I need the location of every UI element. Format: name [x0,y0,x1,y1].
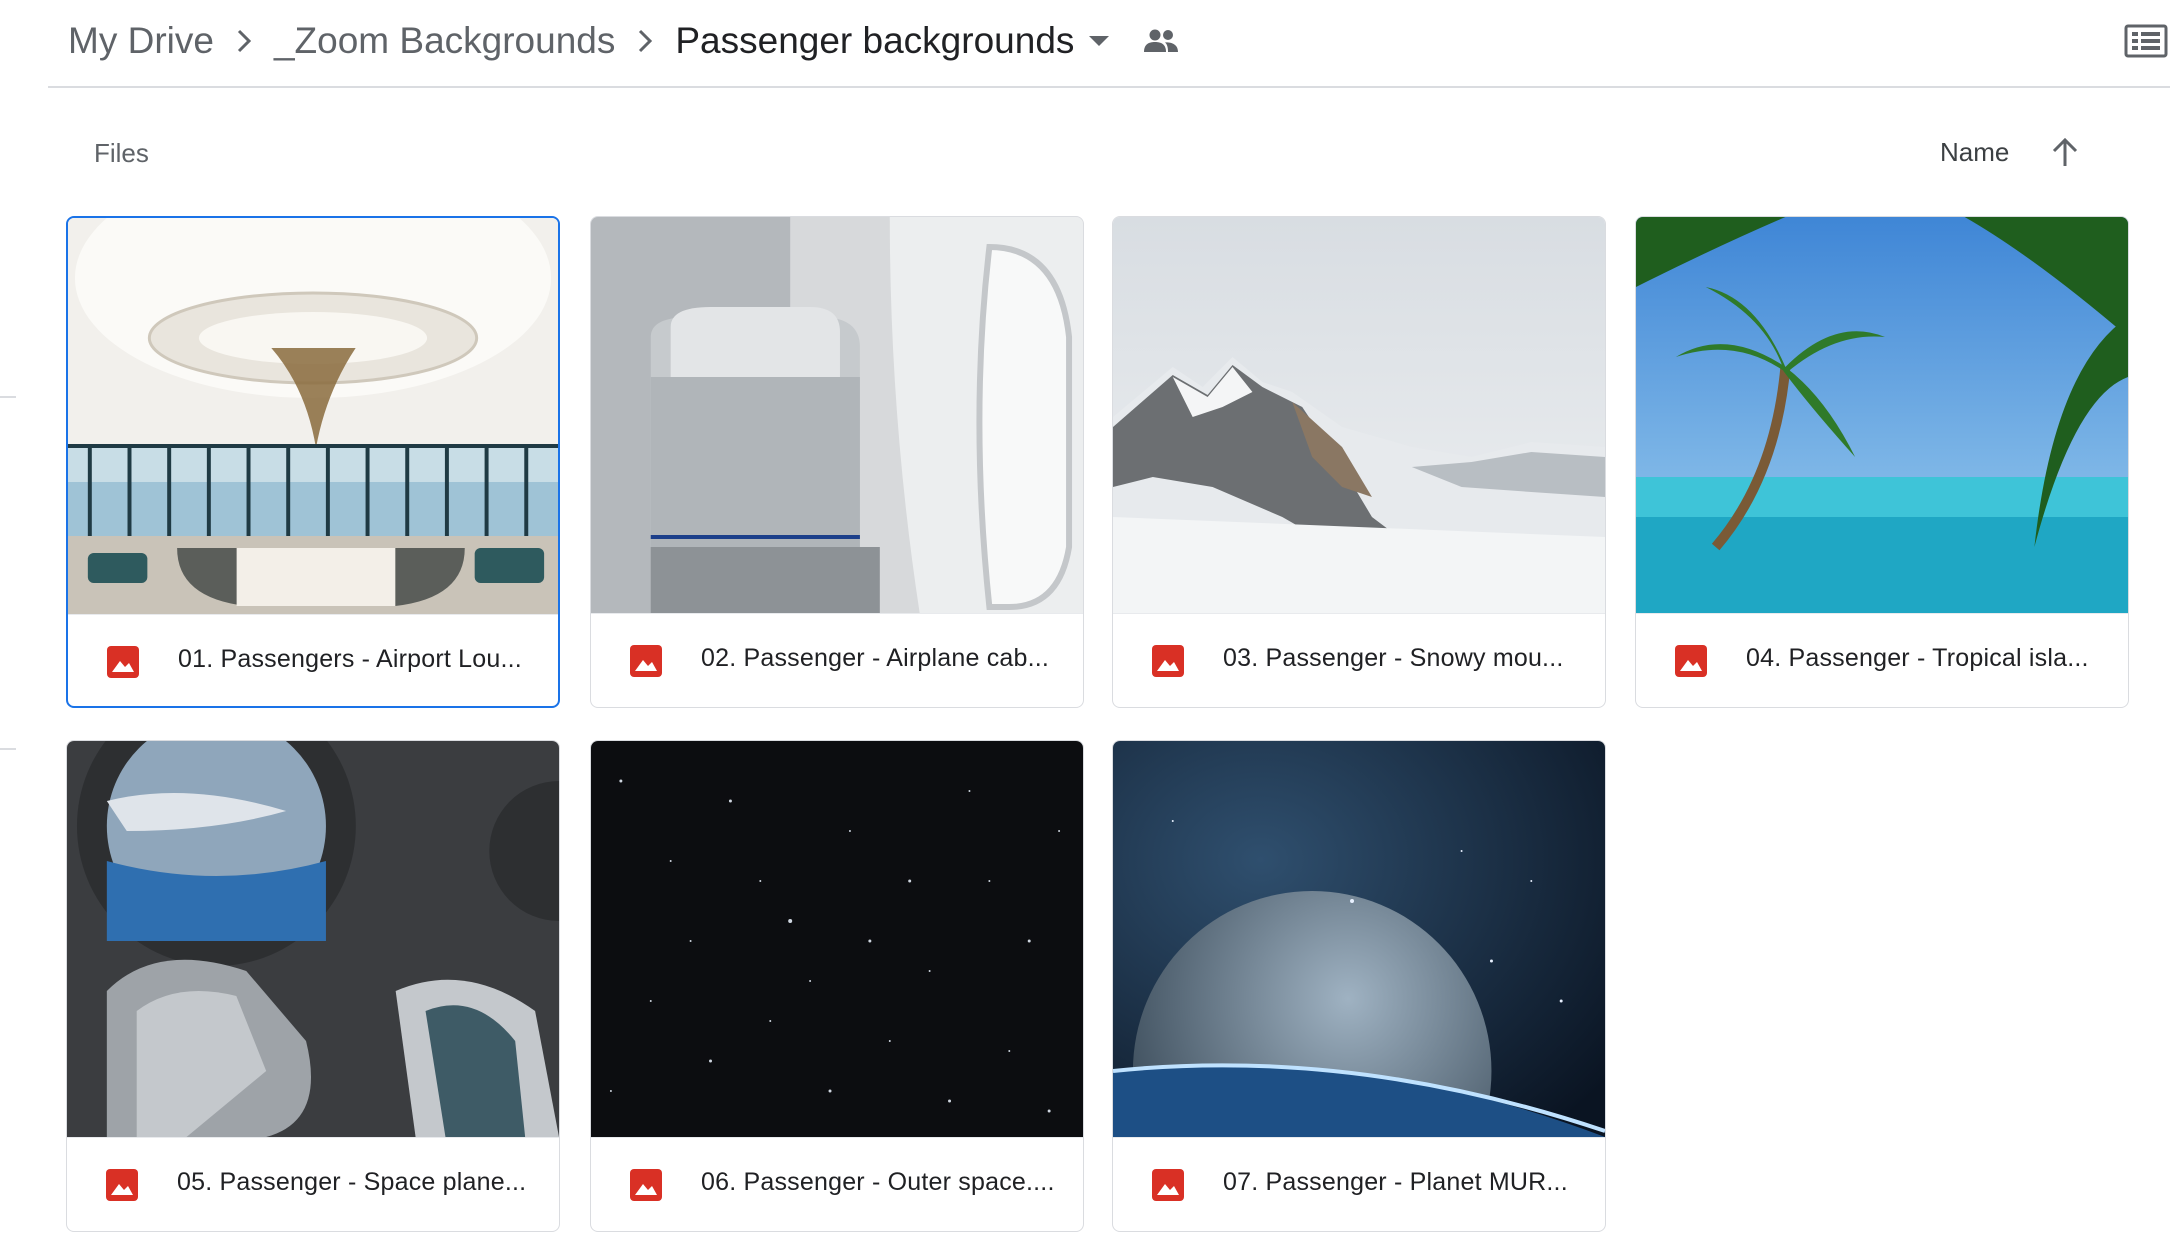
file-name: 05. Passenger - Space plane... [177,1168,527,1196]
file-card[interactable]: 02. Passenger - Airplane cab... [590,216,1084,708]
file-meta: 04. Passenger - Tropical isla... [1636,613,2128,707]
file-name: 03. Passenger - Snowy mou... [1223,644,1564,672]
file-card[interactable]: 05. Passenger - Space plane... [66,740,560,1232]
file-meta: 05. Passenger - Space plane... [67,1137,559,1231]
file-thumbnail [1636,217,2128,613]
file-name: 06. Passenger - Outer space.... [701,1168,1055,1196]
image-file-icon [1674,644,1708,678]
file-thumbnail [591,741,1083,1137]
chevron-right-icon [615,21,675,61]
file-card[interactable]: 06. Passenger - Outer space.... [590,740,1084,1232]
file-name: 07. Passenger - Planet MUR... [1223,1168,1568,1196]
file-thumbnail [1113,741,1605,1137]
file-name: 02. Passenger - Airplane cab... [701,644,1050,672]
sort-by-name-button[interactable]: Name [1940,132,2085,172]
file-meta: 02. Passenger - Airplane cab... [591,613,1083,707]
file-thumbnail [68,218,558,614]
image-file-icon [1151,644,1185,678]
sort-label: Name [1940,136,2010,167]
file-card[interactable]: 03. Passenger - Snowy mou... [1112,216,1606,708]
image-file-icon [1151,1168,1185,1202]
file-meta: 07. Passenger - Planet MUR... [1113,1137,1605,1231]
breadcrumb-zoom-backgrounds[interactable]: _Zoom Backgrounds [274,20,615,62]
file-thumbnail [1113,217,1605,613]
file-thumbnail [591,217,1083,613]
breadcrumb-my-drive[interactable]: My Drive [68,20,214,62]
image-file-icon [105,1168,139,1202]
file-meta: 06. Passenger - Outer space.... [591,1137,1083,1231]
chevron-right-icon [214,21,274,61]
people-icon [1128,19,1194,63]
arrow-up-icon[interactable] [2045,132,2085,172]
file-card[interactable]: 01. Passengers - Airport Lou... [66,216,560,708]
file-name: 01. Passengers - Airport Lou... [178,645,522,673]
files-section-label: Files [94,138,149,168]
file-meta: 01. Passengers - Airport Lou... [68,614,558,706]
file-meta: 03. Passenger - Snowy mou... [1113,613,1605,707]
file-card[interactable]: 07. Passenger - Planet MUR... [1112,740,1606,1232]
file-name: 04. Passenger - Tropical isla... [1746,644,2089,672]
image-file-icon [106,645,140,679]
list-view-icon[interactable] [2122,20,2170,62]
file-card[interactable]: 04. Passenger - Tropical isla... [1635,216,2129,708]
breadcrumb: My Drive _Zoom Backgrounds Passenger bac… [68,14,1194,68]
image-file-icon [629,644,663,678]
divider [0,396,16,398]
file-thumbnail [67,741,559,1137]
caret-down-icon[interactable] [1074,21,1124,61]
divider [0,748,16,750]
breadcrumb-bar: My Drive _Zoom Backgrounds Passenger bac… [48,0,2170,88]
breadcrumb-current-folder[interactable]: Passenger backgrounds [675,20,1074,62]
image-file-icon [629,1168,663,1202]
